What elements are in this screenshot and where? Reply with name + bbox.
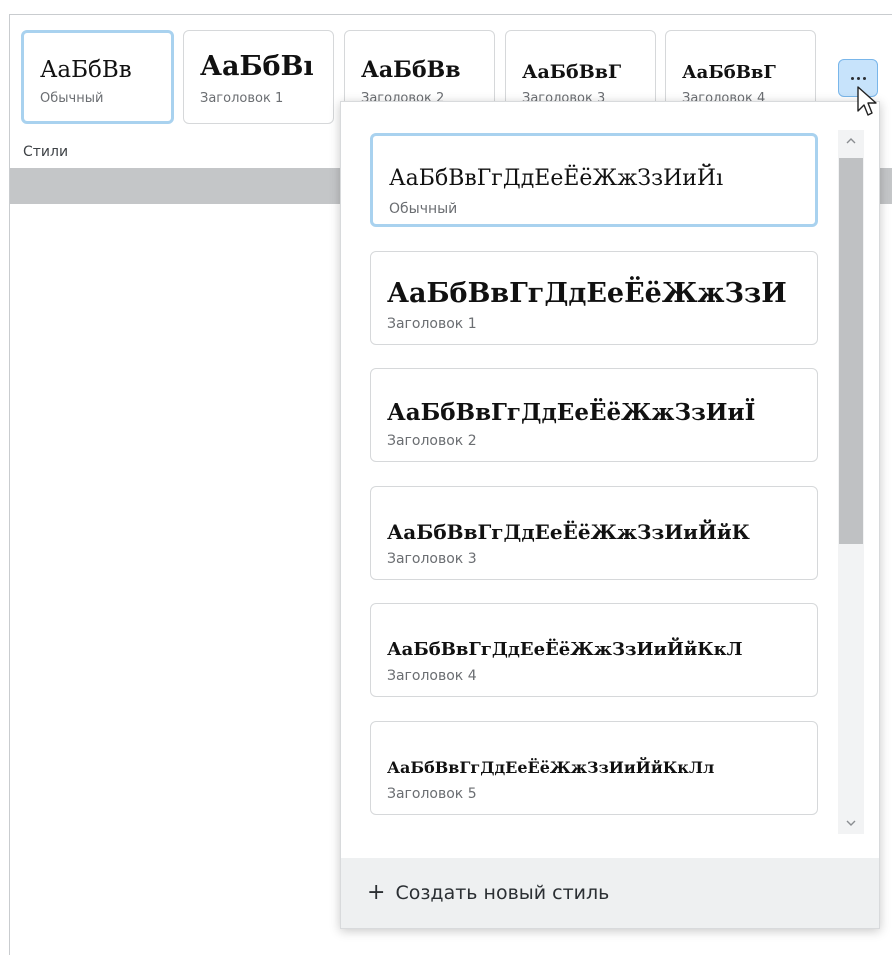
style-caption: Заголовок 5 — [387, 786, 477, 802]
style-sample: АаБбВв — [361, 57, 461, 83]
scrollbar-thumb[interactable] — [839, 158, 863, 544]
style-caption: Обычный — [389, 201, 458, 217]
style-sample: АаБбВвГгДдЕеЁёЖжЗзИиЙйКкЛл — [387, 758, 715, 777]
style-sample: АаБбВвГгДдЕеЁёЖжЗзИиЙı — [389, 166, 724, 191]
style-caption: Заголовок 1 — [387, 316, 477, 332]
style-sample: АаБбВı — [200, 51, 314, 82]
style-sample: АаБбВвГгДдЕеЁёЖжЗзИиЙйКкЛ — [387, 639, 743, 660]
style-caption: Заголовок 3 — [387, 551, 477, 567]
style-item-heading-4[interactable]: АаБбВвГгДдЕеЁёЖжЗзИиЙйКкЛ Заголовок 4 — [370, 603, 818, 697]
style-item-heading-3[interactable]: АаБбВвГгДдЕеЁёЖжЗзИиЙйК Заголовок 3 — [370, 486, 818, 580]
styles-section-label: Стили — [23, 144, 69, 160]
styles-list: АаБбВвГгДдЕеЁёЖжЗзИиЙı Обычный АаБбВвГгД… — [341, 102, 879, 858]
style-caption: Обычный — [40, 91, 104, 106]
create-style-label: Создать новый стиль — [395, 882, 610, 904]
style-card-heading-1[interactable]: АаБбВı Заголовок 1 — [183, 30, 334, 124]
style-sample: АаБбВвГ — [522, 61, 622, 83]
style-sample: АаБбВвГгДдЕеЁёЖжЗзИ — [387, 278, 787, 309]
style-caption: Заголовок 4 — [387, 668, 477, 684]
style-item-heading-1[interactable]: АаБбВвГгДдЕеЁёЖжЗзИ Заголовок 1 — [370, 251, 818, 345]
style-item-heading-2[interactable]: АаБбВвГгДдЕеЁёЖжЗзИиЇ Заголовок 2 — [370, 368, 818, 462]
plus-icon: + — [367, 880, 386, 905]
style-sample: АаБбВв — [40, 57, 132, 83]
chevron-up-icon[interactable] — [838, 130, 864, 152]
style-sample: АаБбВвГгДдЕеЁёЖжЗзИиЙйК — [387, 520, 750, 544]
styles-scrollbar[interactable] — [838, 130, 864, 834]
style-item-normal[interactable]: АаБбВвГгДдЕеЁёЖжЗзИиЙı Обычный — [370, 133, 818, 227]
style-card-normal[interactable]: АаБбВв Обычный — [21, 30, 174, 124]
chevron-down-icon[interactable] — [838, 812, 864, 834]
style-caption: Заголовок 2 — [387, 433, 477, 449]
create-style-button[interactable]: + Создать новый стиль — [341, 858, 879, 928]
style-sample: АаБбВвГгДдЕеЁёЖжЗзИиЇ — [387, 399, 756, 426]
style-item-heading-5[interactable]: АаБбВвГгДдЕеЁёЖжЗзИиЙйКкЛл Заголовок 5 — [370, 721, 818, 815]
styles-dropdown: АаБбВвГгДдЕеЁёЖжЗзИиЙı Обычный АаБбВвГгД… — [340, 101, 880, 929]
style-sample: АаБбВвГ — [682, 62, 776, 83]
more-horizontal-icon — [850, 76, 866, 80]
style-caption: Заголовок 1 — [200, 91, 284, 106]
mouse-cursor-icon — [857, 86, 877, 116]
